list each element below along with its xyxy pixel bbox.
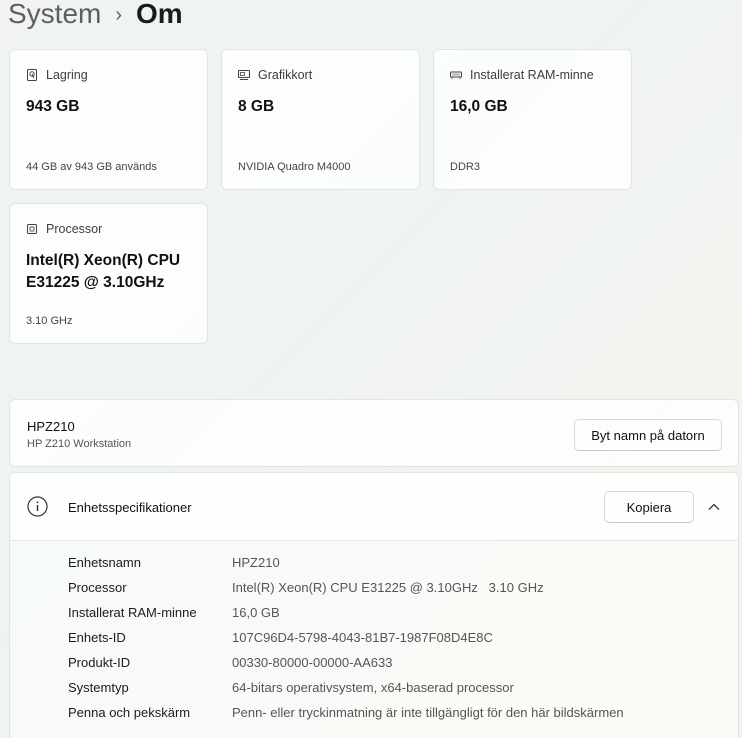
spec-value: 64-bitars operativsystem, x64-baserad pr… bbox=[232, 680, 514, 695]
spec-value: 107C96D4-5798-4043-81B7-1987F08D4E8C bbox=[232, 630, 493, 645]
spec-value: Penn- eller tryckinmatning är inte tillg… bbox=[232, 705, 624, 720]
device-specifications-header[interactable]: Enhetsspecifikationer Kopiera bbox=[10, 473, 738, 541]
spec-label: Processor bbox=[68, 580, 127, 595]
device-name-panel: HPZ210 HP Z210 Workstation Byt namn på d… bbox=[9, 399, 739, 467]
spec-row-pen-touch: Penna och pekskärm Penn- eller tryckinma… bbox=[68, 700, 624, 725]
card-value: 943 GB bbox=[26, 98, 80, 115]
spec-label: Enhetsnamn bbox=[68, 555, 141, 570]
card-value: 16,0 GB bbox=[450, 98, 508, 115]
card-subtext: DDR3 bbox=[450, 161, 480, 173]
spec-list: Enhetsnamn HPZ210 Processor Intel(R) Xeo… bbox=[68, 550, 624, 725]
storage-card: Lagring 943 GB 44 GB av 943 GB används bbox=[9, 49, 208, 190]
spec-value: 00330-80000-00000-AA633 bbox=[232, 655, 393, 670]
card-value: Intel(R) Xeon(R) CPU E31225 @ 3.10GHz bbox=[26, 252, 181, 291]
ram-card: Installerat RAM-minne 16,0 GB DDR3 bbox=[433, 49, 632, 190]
spec-row-processor: Processor Intel(R) Xeon(R) CPU E31225 @ … bbox=[68, 575, 624, 600]
card-label: Processor bbox=[46, 222, 103, 236]
spec-value: HPZ210 bbox=[232, 555, 280, 570]
graphics-card: Grafikkort 8 GB NVIDIA Quadro M4000 bbox=[221, 49, 420, 190]
spec-value: Intel(R) Xeon(R) CPU E31225 @ 3.10GHz 3.… bbox=[232, 580, 544, 595]
ram-icon bbox=[450, 71, 462, 79]
breadcrumb-system[interactable]: System bbox=[8, 0, 101, 28]
spec-row-system-type: Systemtyp 64-bitars operativsystem, x64-… bbox=[68, 675, 624, 700]
info-icon bbox=[27, 496, 48, 517]
spec-label: Enhets-ID bbox=[68, 630, 126, 645]
device-specifications-panel: Enhetsspecifikationer Kopiera Enhetsnamn… bbox=[9, 472, 739, 738]
spec-label: Penna och pekskärm bbox=[68, 705, 191, 720]
spec-row-ram: Installerat RAM-minne 16,0 GB bbox=[68, 600, 624, 625]
card-label: Grafikkort bbox=[258, 68, 313, 82]
breadcrumb: System › Om bbox=[8, 0, 183, 34]
device-name: HPZ210 bbox=[27, 419, 75, 434]
card-label: Lagring bbox=[46, 68, 88, 82]
spec-row-product-id: Produkt-ID 00330-80000-00000-AA633 bbox=[68, 650, 624, 675]
page-title: Om bbox=[136, 0, 183, 29]
spec-label: Installerat RAM-minne bbox=[68, 605, 197, 620]
device-specifications-title: Enhetsspecifikationer bbox=[68, 500, 192, 515]
spec-label: Produkt-ID bbox=[68, 655, 131, 670]
card-subtext: 44 GB av 943 GB används bbox=[26, 161, 157, 173]
spec-value: 16,0 GB bbox=[232, 605, 280, 620]
graphics-card-icon bbox=[238, 70, 250, 80]
card-subtext: 3.10 GHz bbox=[26, 315, 73, 327]
breadcrumb-separator: › bbox=[115, 4, 123, 26]
chevron-up-icon[interactable] bbox=[707, 500, 721, 514]
device-model: HP Z210 Workstation bbox=[27, 438, 132, 450]
storage-icon bbox=[27, 69, 37, 81]
spec-row-device-id: Enhets-ID 107C96D4-5798-4043-81B7-1987F0… bbox=[68, 625, 624, 650]
processor-icon bbox=[27, 224, 37, 234]
card-label: Installerat RAM-minne bbox=[470, 68, 594, 82]
rename-pc-button[interactable]: Byt namn på datorn bbox=[574, 419, 722, 451]
processor-card: Processor Intel(R) Xeon(R) CPU E31225 @ … bbox=[9, 203, 208, 344]
spec-label: Systemtyp bbox=[68, 680, 129, 695]
copy-button[interactable]: Kopiera bbox=[604, 491, 694, 523]
card-subtext: NVIDIA Quadro M4000 bbox=[238, 161, 351, 173]
card-value: 8 GB bbox=[238, 98, 275, 115]
spec-row-device-name: Enhetsnamn HPZ210 bbox=[68, 550, 624, 575]
